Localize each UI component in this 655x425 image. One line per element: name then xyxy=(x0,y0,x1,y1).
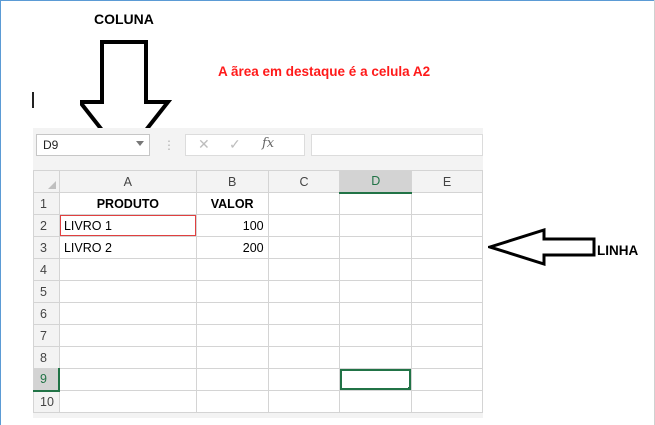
cell-d4[interactable] xyxy=(339,258,413,281)
cell-b2[interactable]: 100 xyxy=(195,214,269,237)
column-annotation-label: COLUNA xyxy=(94,11,154,27)
cell-grid: A B C D E 1 PRODUTO VALOR 2 LIVRO 1 100 xyxy=(33,170,483,413)
cell-e8[interactable] xyxy=(411,346,483,369)
cell-c2[interactable] xyxy=(267,214,341,237)
row-header[interactable]: 10 xyxy=(33,390,60,413)
cell-a8[interactable] xyxy=(58,346,197,369)
column-header-c[interactable]: C xyxy=(267,170,341,193)
column-header-a[interactable]: A xyxy=(58,170,197,193)
cell-d1[interactable] xyxy=(339,192,413,215)
table-row: 7 xyxy=(33,324,483,347)
cell-b1[interactable]: VALOR xyxy=(195,192,269,215)
cell-e7[interactable] xyxy=(411,324,483,347)
cancel-icon[interactable]: ✕ xyxy=(198,136,210,153)
cell-a4[interactable] xyxy=(58,258,197,281)
window-left-border xyxy=(0,0,1,425)
insert-function-icon[interactable]: fx xyxy=(262,136,274,151)
cell-c8[interactable] xyxy=(267,346,341,369)
cell-a6[interactable] xyxy=(58,302,197,325)
cell-c1[interactable] xyxy=(267,192,341,215)
cell-a5[interactable] xyxy=(58,280,197,303)
cell-d8[interactable] xyxy=(339,346,413,369)
chevron-down-icon[interactable] xyxy=(136,141,144,146)
cell-a1[interactable]: PRODUTO xyxy=(58,192,197,215)
vertical-dots-icon: ⋮ xyxy=(163,138,175,152)
table-row: 8 xyxy=(33,346,483,369)
column-header-d[interactable]: D xyxy=(339,170,413,194)
cell-c7[interactable] xyxy=(267,324,341,347)
cell-e5[interactable] xyxy=(411,280,483,303)
row-header[interactable]: 8 xyxy=(33,346,60,369)
cell-a2-highlighted[interactable]: LIVRO 1 xyxy=(58,214,197,237)
cell-d7[interactable] xyxy=(339,324,413,347)
cell-b3[interactable]: 200 xyxy=(195,236,269,259)
table-row: 3 LIVRO 2 200 xyxy=(33,236,483,259)
table-row: 2 LIVRO 1 100 xyxy=(33,214,483,237)
enter-icon[interactable]: ✓ xyxy=(229,136,241,153)
cell-c9[interactable] xyxy=(267,368,341,391)
row-annotation-label: LINHA xyxy=(597,243,639,258)
cell-c4[interactable] xyxy=(267,258,341,281)
cell-b5[interactable] xyxy=(195,280,269,303)
cell-e9[interactable] xyxy=(411,368,483,391)
cell-b7[interactable] xyxy=(195,324,269,347)
window-top-border xyxy=(0,0,655,1)
cell-a9[interactable] xyxy=(58,368,197,391)
cell-c5[interactable] xyxy=(267,280,341,303)
row-header[interactable]: 6 xyxy=(33,302,60,325)
spreadsheet: D9 ⋮ ✕ ✓ fx A B C D E 1 PRODUTO VALOR 2 … xyxy=(33,128,483,418)
row-header-selected[interactable]: 9 xyxy=(33,368,61,392)
cell-e3[interactable] xyxy=(411,236,483,259)
cell-e1[interactable] xyxy=(411,192,483,215)
column-header-e[interactable]: E xyxy=(411,170,483,193)
left-arrow-icon xyxy=(488,228,596,266)
cell-e4[interactable] xyxy=(411,258,483,281)
cell-b4[interactable] xyxy=(195,258,269,281)
cell-a3[interactable]: LIVRO 2 xyxy=(58,236,197,259)
cell-c10[interactable] xyxy=(267,390,341,413)
cell-a7[interactable] xyxy=(58,324,197,347)
cell-a10[interactable] xyxy=(58,390,197,413)
row-header[interactable]: 3 xyxy=(33,236,60,259)
select-all-corner[interactable] xyxy=(33,170,60,193)
cell-c3[interactable] xyxy=(267,236,341,259)
table-row: 1 PRODUTO VALOR xyxy=(33,192,483,215)
cell-d2[interactable] xyxy=(339,214,413,237)
fill-handle[interactable] xyxy=(408,387,411,390)
column-header-b[interactable]: B xyxy=(195,170,269,193)
row-header[interactable]: 5 xyxy=(33,280,60,303)
table-row: 9 xyxy=(33,368,483,392)
cell-e2[interactable] xyxy=(411,214,483,237)
formula-actions: ✕ ✓ fx xyxy=(185,134,305,156)
formula-input[interactable] xyxy=(311,134,483,156)
row-header[interactable]: 7 xyxy=(33,324,60,347)
row-header[interactable]: 4 xyxy=(33,258,60,281)
formula-bar: D9 ⋮ ✕ ✓ fx xyxy=(33,128,483,170)
cell-d6[interactable] xyxy=(339,302,413,325)
cell-b9[interactable] xyxy=(195,368,269,391)
cell-c6[interactable] xyxy=(267,302,341,325)
table-row: 10 xyxy=(33,390,483,413)
table-row: 6 xyxy=(33,302,483,325)
cell-e6[interactable] xyxy=(411,302,483,325)
table-row: 4 xyxy=(33,258,483,281)
cell-b8[interactable] xyxy=(195,346,269,369)
cell-b10[interactable] xyxy=(195,390,269,413)
cell-d9-active[interactable] xyxy=(339,368,413,391)
cell-d3[interactable] xyxy=(339,236,413,259)
cell-e10[interactable] xyxy=(411,390,483,413)
text-cursor xyxy=(32,92,34,108)
row-header[interactable]: 1 xyxy=(33,192,60,215)
name-box-value: D9 xyxy=(43,138,59,152)
highlight-caption: A ãrea em destaque é a celula A2 xyxy=(218,64,431,79)
cell-d10[interactable] xyxy=(339,390,413,413)
cell-d5[interactable] xyxy=(339,280,413,303)
cell-b6[interactable] xyxy=(195,302,269,325)
table-row: 5 xyxy=(33,280,483,303)
name-box[interactable]: D9 xyxy=(36,134,150,156)
row-header[interactable]: 2 xyxy=(33,214,60,237)
